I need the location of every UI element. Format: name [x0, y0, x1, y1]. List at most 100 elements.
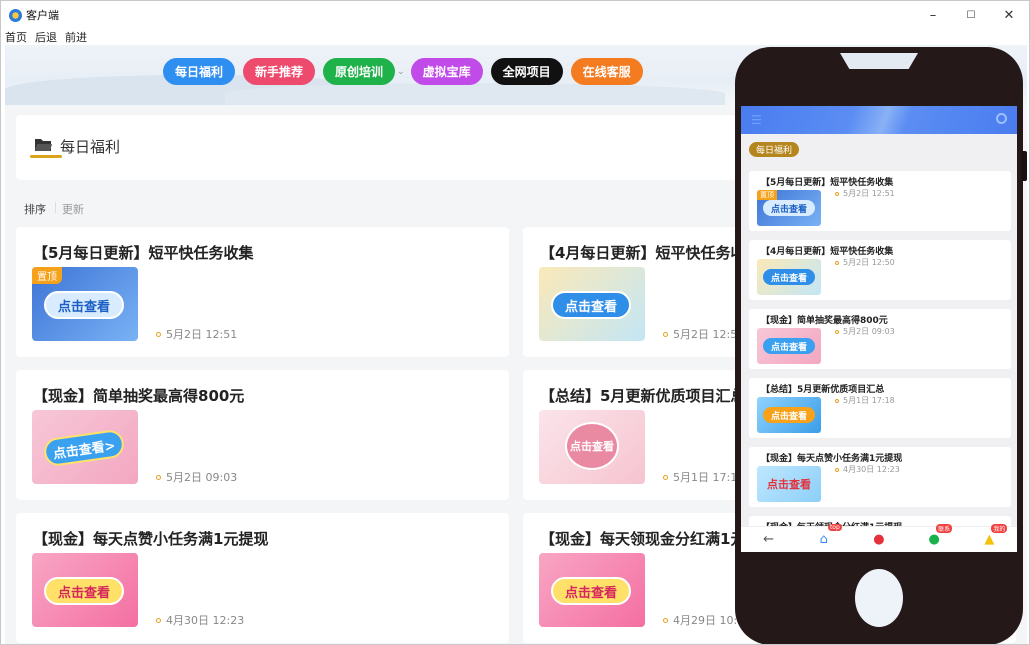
phone-post-card[interactable]: 【4月每日更新】短平快任务收集 点击查看 5月2日 12:50 — [749, 240, 1011, 300]
dot-icon — [663, 474, 668, 480]
post-date: 4月30日 12:23 — [156, 612, 244, 628]
category-title: 每日福利 — [60, 138, 121, 156]
nav-virtual[interactable]: 虚拟宝库 — [410, 58, 483, 85]
phone-post-card[interactable]: 【现金】简单抽奖最高得800元 点击查看 5月2日 09:03 — [749, 309, 1011, 369]
phone-post-date-text: 5月2日 12:51 — [843, 189, 895, 198]
post-date-text: 5月1日 17:18 — [673, 471, 745, 484]
dot-icon — [156, 474, 161, 480]
window-title: 客户端 — [26, 9, 59, 22]
phone-side-button — [1021, 151, 1027, 181]
top-nav: 每日福利 新手推荐 原创培训 ⌄ 虚拟宝库 全网项目 在线客服 — [163, 58, 643, 85]
phone-post-title: 【总结】5月更新优质项目汇总 — [761, 385, 885, 395]
phone-post-thumbnail: 点击查看 — [757, 397, 821, 433]
nav-newbie[interactable]: 新手推荐 — [243, 58, 316, 85]
dot-icon — [156, 617, 161, 623]
tab-badge: 联系 — [936, 523, 953, 533]
title-bar: 客户端 — [1, 1, 1029, 29]
phone-post-card[interactable]: 【现金】每天点赞小任务满1元提现 点击查看 4月30日 12:23 — [749, 447, 1011, 507]
category-underline — [30, 155, 62, 158]
post-thumbnail: 点击查看 — [32, 553, 138, 627]
post-date-text: 5月2日 12:51 — [166, 328, 238, 341]
user-icon[interactable]: ▲ 我的 — [979, 523, 1008, 550]
post-date: 5月2日 12:50 — [663, 326, 744, 342]
phone-post-date-text: 5月2日 12:50 — [843, 258, 895, 267]
phone-header: ☰ — [741, 106, 1017, 134]
post-title: 【总结】5月更新优质项目汇总 — [540, 387, 746, 405]
phone-post-thumbnail: 点击查看 — [757, 259, 821, 295]
phone-post-card[interactable]: 【5月每日更新】短平快任务收集 点击查看 置顶 5月2日 12:51 — [749, 171, 1011, 231]
post-date: 4月29日 10:3 — [663, 612, 744, 628]
thumb-label: 点击查看 — [44, 577, 124, 605]
post-title: 【5月每日更新】短平快任务收集 — [33, 244, 254, 262]
post-date-text: 4月29日 10:3 — [673, 614, 745, 627]
post-title: 【4月每日更新】短平快任务收 — [540, 244, 746, 262]
menu-back[interactable]: 后退 — [35, 29, 57, 45]
post-thumbnail: 点击查看 — [539, 410, 645, 484]
close-button[interactable]: ✕ — [990, 1, 1028, 29]
post-title: 【现金】每天领现金分红满1元 — [540, 530, 746, 548]
dot-icon — [835, 329, 839, 334]
category-header: 每日福利 — [16, 115, 736, 180]
dot-icon — [835, 467, 839, 472]
post-date: 5月2日 12:51 — [156, 326, 237, 342]
dot-icon — [663, 331, 668, 337]
thumb-label: 点击查看 — [551, 577, 631, 605]
phone-post-thumbnail: 点击查看 — [757, 328, 821, 364]
dot-icon — [156, 331, 161, 337]
home-icon[interactable]: ⌂ top — [814, 523, 842, 550]
chat-icon[interactable]: ● 联系 — [924, 523, 953, 550]
folder-icon — [35, 139, 52, 151]
phone-notch — [840, 53, 918, 69]
divider — [55, 202, 56, 213]
post-title: 【现金】每天点赞小任务满1元提现 — [33, 530, 269, 548]
search-icon[interactable] — [996, 113, 1007, 124]
hamburger-icon[interactable]: ☰ — [751, 113, 762, 127]
app-window: 客户端 – ☐ ✕ 首页 后退 前进 每日福利 新手推荐 原创培训 ⌄ 虚拟宝库… — [0, 0, 1030, 645]
banner-hill — [225, 83, 725, 105]
phone-post-date: 5月2日 09:03 — [835, 326, 895, 337]
dot-icon — [663, 617, 668, 623]
post-card[interactable]: 【现金】每天点赞小任务满1元提现 点击查看 4月30日 12:23 — [16, 513, 509, 643]
dot-icon — [835, 191, 839, 196]
post-card[interactable]: 【5月每日更新】短平快任务收集 点击查看 置顶 5月2日 12:51 — [16, 227, 509, 357]
phone-home-button[interactable] — [855, 569, 903, 627]
phone-category-badge: 每日福利 — [749, 142, 800, 157]
app-logo-icon — [9, 8, 22, 22]
dot-icon — [835, 260, 839, 265]
phone-post-title: 【4月每日更新】短平快任务收集 — [761, 247, 894, 257]
thumb-label: 点击查看 — [44, 291, 124, 319]
phone-post-date: 4月30日 12:23 — [835, 464, 900, 475]
sort-option-update[interactable]: 更新 — [62, 201, 84, 217]
phone-thumb-label: 点击查看 — [763, 338, 815, 354]
nav-support[interactable]: 在线客服 — [570, 58, 643, 85]
bell-icon[interactable]: ● — [869, 530, 889, 550]
post-thumbnail: 点击查看 — [539, 553, 645, 627]
minimize-button[interactable]: – — [914, 1, 952, 29]
menu-bar: 首页 后退 前进 — [5, 29, 87, 45]
maximize-button[interactable]: ☐ — [952, 1, 990, 29]
post-card[interactable]: 【现金】简单抽奖最高得800元 点击查看> 5月2日 09:03 — [16, 370, 509, 500]
nav-daily-welfare[interactable]: 每日福利 — [163, 58, 236, 85]
post-thumbnail: 点击查看> — [32, 410, 138, 484]
post-date: 5月1日 17:18 — [663, 469, 744, 485]
phone-post-card[interactable]: 【总结】5月更新优质项目汇总 点击查看 5月1日 17:18 — [749, 378, 1011, 438]
phone-post-title: 【现金】每天点赞小任务满1元提现 — [761, 454, 903, 464]
phone-tab-bar: ← ⌂ top ● ● 联系 ▲ 我的 — [741, 523, 1017, 552]
back-icon[interactable]: ← — [759, 530, 779, 550]
menu-forward[interactable]: 前进 — [65, 29, 87, 45]
post-thumbnail: 点击查看 置顶 — [32, 267, 138, 341]
phone-post-date-text: 5月1日 17:18 — [843, 396, 895, 405]
nav-projects[interactable]: 全网项目 — [490, 58, 563, 85]
pinned-badge: 置顶 — [757, 190, 777, 200]
post-date-text: 4月30日 12:23 — [166, 614, 245, 627]
thumb-label: 点击查看> — [42, 428, 126, 468]
nav-training[interactable]: 原创培训 — [323, 58, 396, 85]
post-date-text: 5月2日 09:03 — [166, 471, 238, 484]
chevron-down-icon[interactable]: ⌄ — [397, 67, 405, 77]
phone-post-date: 5月2日 12:51 — [835, 188, 895, 199]
menu-home[interactable]: 首页 — [5, 29, 27, 45]
sort-label: 排序 — [24, 203, 46, 216]
phone-post-title: 【5月每日更新】短平快任务收集 — [761, 178, 894, 188]
phone-post-date-text: 4月30日 12:23 — [843, 465, 900, 474]
phone-preview: ☰ 每日福利 【5月每日更新】短平快任务收集 点击查看 置顶 5月2日 12:5… — [735, 47, 1023, 644]
